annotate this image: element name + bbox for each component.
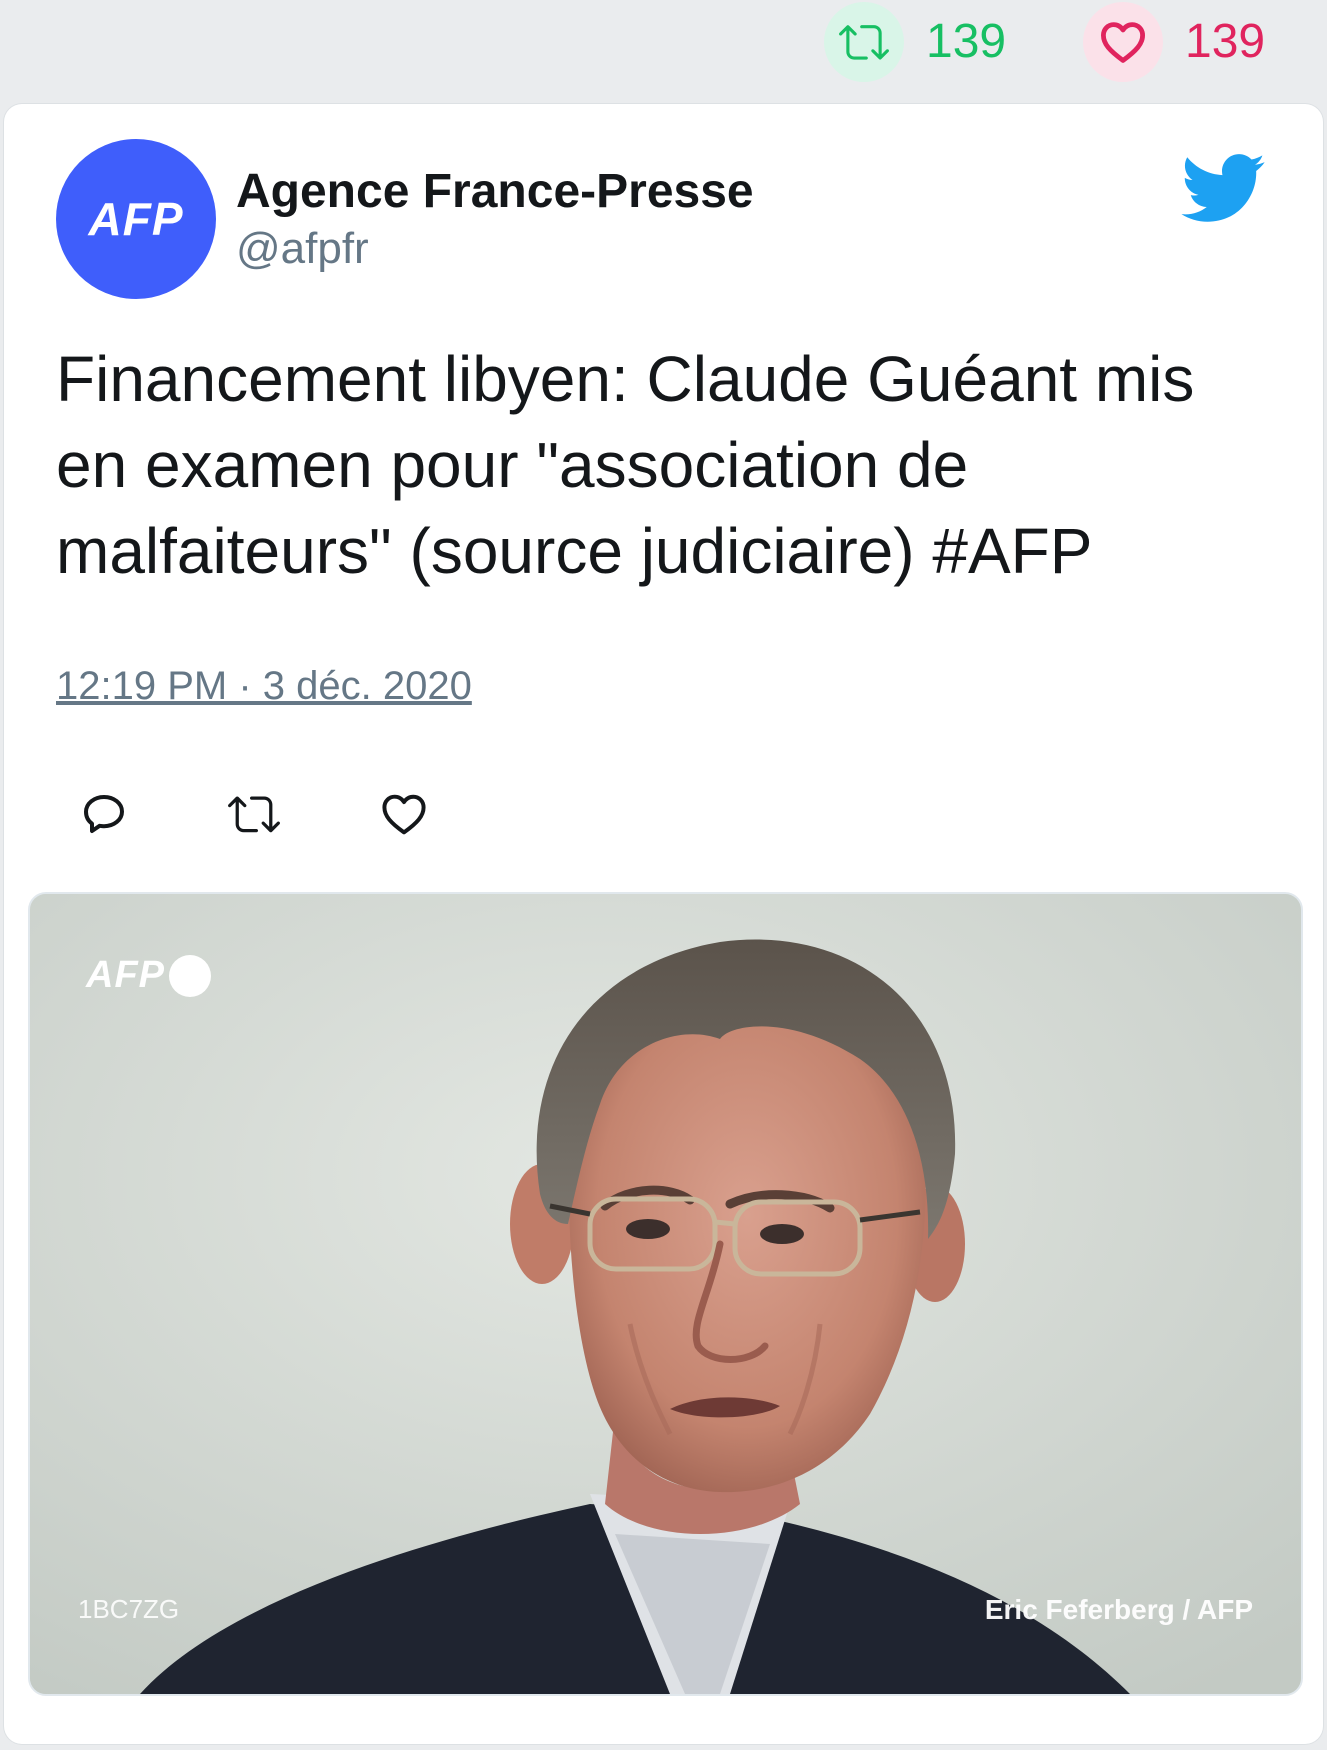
watermark-dot-icon [169,954,211,997]
retweet-stat-circle [824,2,904,82]
tweet-photo[interactable]: AFP 1BC7ZG Eric Feferberg / AFP [28,892,1303,1696]
retweet-button[interactable] [224,784,284,844]
like-stat-circle [1083,2,1163,82]
heart-icon [1101,22,1145,63]
photo-id: 1BC7ZG [78,1594,180,1624]
author-name[interactable]: Agence France-Presse [236,164,754,219]
author-handle[interactable]: @afpfr [236,224,369,274]
retweet-count: 139 [926,15,1007,68]
avatar[interactable]: AFP [56,139,216,299]
engagement-stats-bar: 139 139 [0,0,1327,100]
retweet-stat[interactable]: 139 [824,2,1007,82]
photo-credit: Eric Feferberg / AFP [984,1594,1253,1625]
tweet-card: AFP Agence France-Presse @afpfr Financem… [4,104,1323,1744]
tweet-timestamp-link[interactable]: 12:19 PM · 3 déc. 2020 [56,664,472,709]
portrait-photo [30,894,1301,1694]
like-count: 139 [1185,15,1266,68]
retweet-icon [228,796,280,833]
like-button[interactable] [374,784,434,844]
retweet-icon [839,25,889,60]
avatar-logo-text: AFP [88,193,184,245]
like-icon [382,794,426,835]
watermark-text: AFP [86,954,165,996]
afp-watermark-logo: AFP [86,954,211,997]
tweet-text: Financement libyen: Claude Guéant mis en… [56,343,1195,587]
like-stat[interactable]: 139 [1083,2,1266,82]
twitter-bird-icon[interactable] [1172,144,1272,232]
reply-button[interactable] [74,784,134,844]
reply-icon [84,795,124,833]
